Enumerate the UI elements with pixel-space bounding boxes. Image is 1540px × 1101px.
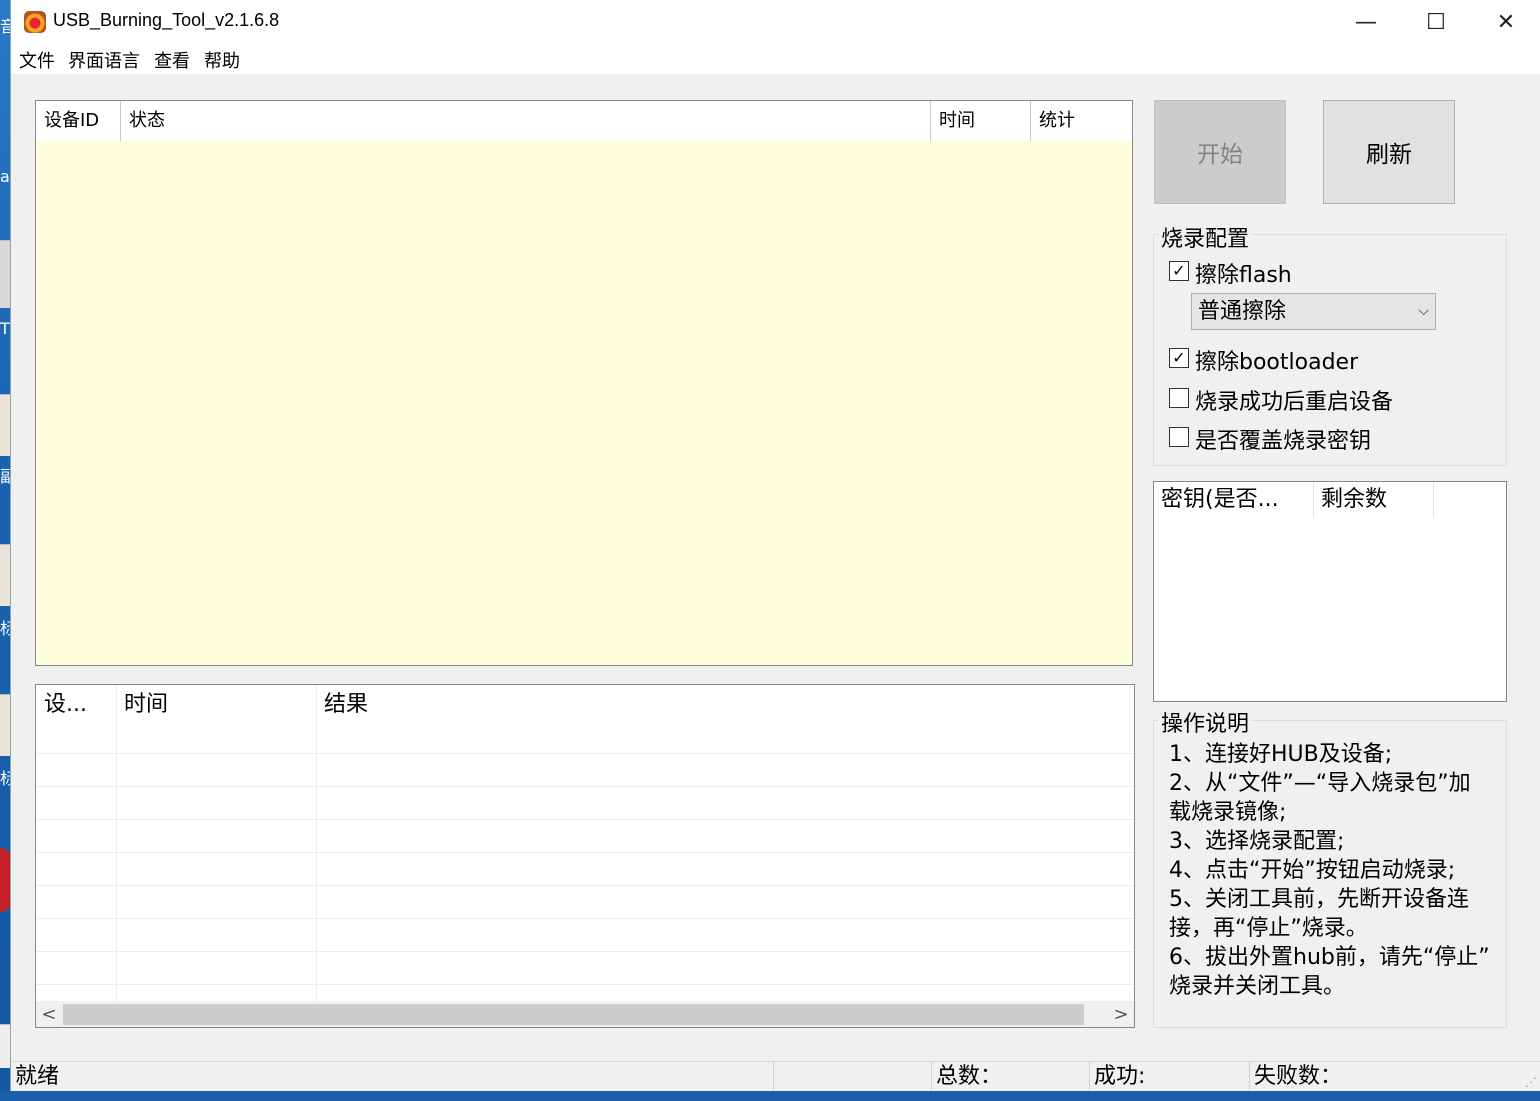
status-failed: 失败数： xyxy=(1249,1062,1519,1092)
app-icon xyxy=(24,11,46,33)
erase-flash-label[interactable]: 擦除flash xyxy=(1195,257,1292,289)
menu-help[interactable]: 帮助 xyxy=(204,47,240,73)
close-icon: ✕ xyxy=(1496,9,1516,35)
start-button[interactable]: 开始 xyxy=(1154,100,1286,204)
key-list[interactable]: 密钥(是否... 剩余数 xyxy=(1153,481,1507,702)
row-divider xyxy=(36,885,1134,886)
column-result[interactable]: 结果 xyxy=(316,685,716,725)
scroll-left-icon[interactable]: < xyxy=(36,1001,62,1027)
column-device-id[interactable]: 设备ID xyxy=(36,101,121,141)
erase-bootloader-label[interactable]: 擦除bootloader xyxy=(1195,344,1358,376)
reboot-after-label[interactable]: 烧录成功后重启设备 xyxy=(1195,384,1393,416)
status-bar: 就绪 总数： 成功: 失败数： ⋰ xyxy=(11,1061,1540,1092)
row-divider xyxy=(36,786,1134,787)
status-total: 总数： xyxy=(931,1062,1089,1092)
maximize-button[interactable]: ☐ xyxy=(1401,0,1471,44)
column-divider xyxy=(116,685,117,1001)
device-list[interactable]: 设备ID 状态 时间 统计 xyxy=(35,100,1133,666)
instruction-line: 5、关闭工具前，先断开设备连 xyxy=(1169,887,1469,912)
taskbar xyxy=(0,1091,1540,1101)
row-divider xyxy=(36,984,1134,985)
menu-bar xyxy=(11,44,1540,74)
instructions-text: 1、连接好HUB及设备; 2、从“文件”—“导入烧录包”加 载烧录镜像; 3、选… xyxy=(1169,740,1514,1001)
instruction-line: 2、从“文件”—“导入烧录包”加 xyxy=(1169,771,1471,796)
close-button[interactable]: ✕ xyxy=(1471,0,1540,44)
instruction-line: 3、选择烧录配置; xyxy=(1169,829,1345,854)
window-title: USB_Burning_Tool_v2.1.6.8 xyxy=(53,10,280,30)
instruction-line: 6、拔出外置hub前，请先“停止” xyxy=(1169,945,1490,970)
row-divider xyxy=(36,951,1134,952)
menu-file[interactable]: 文件 xyxy=(19,47,55,73)
horizontal-scrollbar[interactable]: < > xyxy=(36,1001,1134,1027)
reboot-after-checkbox[interactable] xyxy=(1169,388,1189,408)
row-divider xyxy=(36,852,1134,853)
column-stats[interactable]: 统计 xyxy=(1031,101,1132,141)
status-success: 成功: xyxy=(1089,1062,1249,1092)
column-device[interactable]: 设... xyxy=(36,685,116,725)
log-list[interactable]: 设... 时间 结果 < > xyxy=(35,684,1135,1028)
minimize-button[interactable]: — xyxy=(1331,0,1401,44)
column-divider xyxy=(316,685,317,1001)
row-divider xyxy=(36,819,1134,820)
erase-bootloader-checkbox[interactable]: ✓ xyxy=(1169,348,1189,368)
refresh-button[interactable]: 刷新 xyxy=(1323,100,1455,204)
erase-mode-value: 普通擦除 xyxy=(1198,299,1287,324)
app-window: USB_Burning_Tool_v2.1.6.8 — ☐ ✕ 文件 界面语言 … xyxy=(10,0,1540,1092)
burn-config-title: 烧录配置 xyxy=(1159,221,1252,253)
minimize-icon: — xyxy=(1355,9,1377,35)
instruction-line: 接，再“停止”烧录。 xyxy=(1169,916,1368,941)
column-status[interactable]: 状态 xyxy=(121,101,931,141)
title-bar: USB_Burning_Tool_v2.1.6.8 — ☐ ✕ xyxy=(11,0,1540,44)
check-icon: ✓ xyxy=(1172,348,1186,367)
menu-view[interactable]: 查看 xyxy=(154,47,190,73)
row-divider xyxy=(36,918,1134,919)
instruction-line: 烧录并关闭工具。 xyxy=(1169,974,1346,999)
erase-mode-select[interactable]: 普通擦除 ⌵ xyxy=(1191,293,1436,330)
column-remaining[interactable]: 剩余数 xyxy=(1314,482,1434,518)
status-blank xyxy=(773,1062,931,1092)
overwrite-key-label[interactable]: 是否覆盖烧录密钥 xyxy=(1195,423,1371,455)
device-list-header: 设备ID 状态 时间 统计 xyxy=(36,101,1132,141)
resize-grip-icon[interactable]: ⋰ xyxy=(1525,1075,1539,1089)
instruction-line: 载烧录镜像; xyxy=(1169,800,1287,825)
maximize-icon: ☐ xyxy=(1426,9,1446,35)
chevron-down-icon: ⌵ xyxy=(1418,303,1429,319)
instruction-line: 1、连接好HUB及设备; xyxy=(1169,742,1393,767)
erase-flash-checkbox[interactable]: ✓ xyxy=(1169,261,1189,281)
row-divider xyxy=(36,753,1134,754)
status-ready: 就绪 xyxy=(15,1064,60,1089)
check-icon: ✓ xyxy=(1172,261,1186,280)
overwrite-key-checkbox[interactable] xyxy=(1169,427,1189,447)
menu-language[interactable]: 界面语言 xyxy=(68,47,140,73)
scroll-thumb[interactable] xyxy=(63,1004,1084,1025)
scroll-right-icon[interactable]: > xyxy=(1108,1001,1134,1027)
instruction-line: 4、点击“开始”按钮启动烧录; xyxy=(1169,858,1456,883)
column-log-time[interactable]: 时间 xyxy=(116,685,316,725)
instructions-title: 操作说明 xyxy=(1159,706,1252,738)
column-time[interactable]: 时间 xyxy=(931,101,1031,141)
column-key[interactable]: 密钥(是否... xyxy=(1154,482,1314,518)
log-list-header: 设... 时间 结果 xyxy=(36,685,1134,725)
